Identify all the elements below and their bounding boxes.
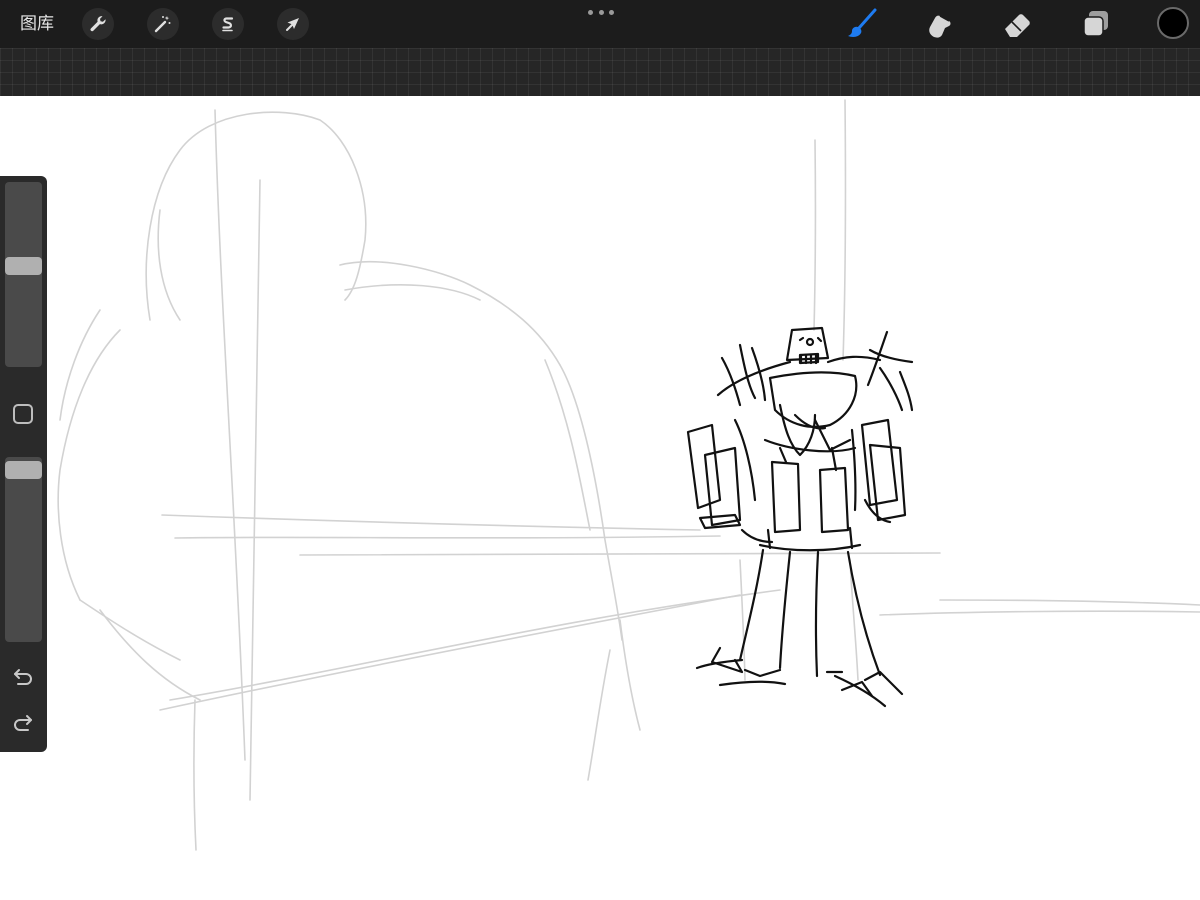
rough-sketch-layer: [57, 99, 1200, 851]
brush-size-thumb[interactable]: [5, 257, 42, 275]
adjustments-button[interactable]: [147, 8, 179, 40]
grid-strip: [0, 48, 1200, 96]
undo-icon[interactable]: [10, 664, 36, 690]
layers-icon[interactable]: [1079, 7, 1113, 41]
magic-wand-icon: [154, 16, 171, 33]
left-sidebar: [0, 176, 47, 752]
arrow-cursor-icon: [286, 18, 299, 31]
drawing-canvas[interactable]: [0, 96, 1200, 900]
transform-button[interactable]: [277, 8, 309, 40]
actions-button[interactable]: [82, 8, 114, 40]
opacity-thumb[interactable]: [5, 461, 42, 479]
redo-icon[interactable]: [10, 710, 36, 736]
brush-icon[interactable]: [845, 7, 879, 41]
smudge-finger-icon[interactable]: [922, 7, 956, 41]
more-dots-icon[interactable]: [588, 8, 614, 16]
robot-ink-drawing: [686, 326, 914, 708]
gallery-button[interactable]: 图库: [20, 12, 54, 36]
opacity-slider[interactable]: [5, 457, 42, 642]
selection-button[interactable]: [212, 8, 244, 40]
top-toolbar: 图库: [0, 0, 1200, 48]
eraser-icon[interactable]: [1000, 7, 1034, 41]
square-outline-icon[interactable]: [13, 404, 33, 424]
s-ribbon-icon: [222, 17, 234, 32]
wrench-icon: [90, 16, 106, 32]
color-swatch[interactable]: [1157, 7, 1189, 39]
